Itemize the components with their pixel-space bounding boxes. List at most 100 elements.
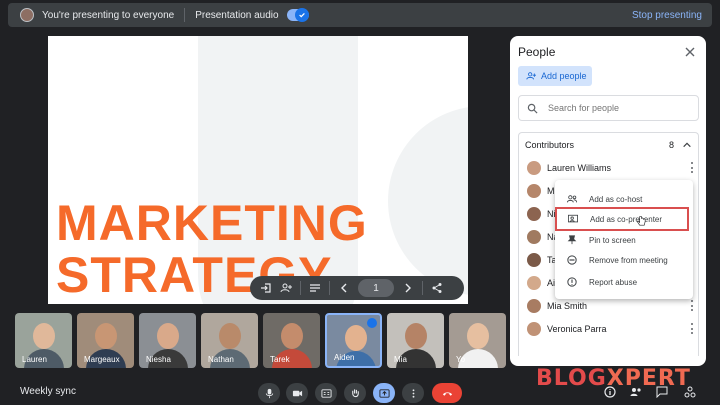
check-icon [298,12,305,18]
participant-tile-active[interactable]: Aiden [325,313,382,368]
present-icon [378,388,390,398]
meeting-name: Weekly sync [20,386,76,397]
add-people-button[interactable]: Add people [518,66,592,86]
more-options-button[interactable] [402,383,424,403]
participant-tile[interactable]: Tarek [263,313,320,368]
avatar [527,183,541,198]
participant-name: Margeaux [84,355,120,364]
participant-tile[interactable]: Lauren [15,313,72,368]
menu-item-label: Report abuse [589,277,638,287]
avatar [33,323,55,349]
participant-tile[interactable]: Mia [387,313,444,368]
more-options-icon[interactable] [690,323,694,334]
notes-icon[interactable] [305,278,325,298]
person-name: Ai [547,277,556,288]
camera-icon [292,390,302,396]
more-options-icon[interactable] [690,162,694,173]
watermark-part2: XPERT [606,366,691,391]
participant-name: Aiden [334,353,355,362]
add-person-icon [526,72,536,80]
microphone-button[interactable] [258,383,280,403]
slide-title-line1: MARKETING [56,195,368,251]
avatar [527,160,541,175]
participant-context-menu: Add as co-host Add as co-presenter Pin t… [555,180,693,299]
search-icon [527,103,538,114]
captions-button[interactable] [315,383,337,403]
avatar [281,323,303,349]
presentation-audio-toggle[interactable] [286,8,309,22]
close-icon[interactable] [684,46,696,58]
menu-item-remove[interactable]: Remove from meeting [555,249,693,271]
next-slide-icon[interactable] [398,278,418,298]
avatar [527,275,541,290]
avatar [527,206,541,221]
contributors-label: Contributors [525,139,575,150]
menu-item-label: Pin to screen [589,235,636,245]
participant-tile[interactable]: Yo [449,313,506,368]
list-item[interactable]: Lauren Williams [519,156,698,179]
share-icon[interactable] [427,278,447,298]
person-name: Veronica Parra [547,323,607,334]
presentation-audio-label: Presentation audio [195,9,279,21]
camera-button[interactable] [286,383,308,403]
presenting-status: You're presenting to everyone [42,9,175,21]
panel-title: People [518,45,556,59]
menu-item-add-copresenter[interactable]: Add as co-presenter [555,207,689,231]
search-box [518,95,699,121]
participant-name: Mia [394,355,407,364]
participant-name: Tarek [270,355,290,364]
more-options-icon[interactable] [690,300,694,311]
presenting-bar: You're presenting to everyone Presentati… [8,3,712,27]
person-name: Mia Smith [547,300,588,311]
info-icon [567,277,577,287]
menu-item-label: Add as co-presenter [590,214,663,224]
list-item[interactable]: Veronica Parra [519,317,698,340]
menu-item-add-cohost[interactable]: Add as co-host [555,188,693,210]
group-icon [567,195,577,203]
avatar [345,325,367,351]
avatar [527,321,541,336]
presentation-slide: MARKETING STRATEGY [48,36,468,304]
slide-page-number[interactable]: 1 [358,279,394,297]
pin-icon [567,235,577,245]
raise-hand-icon [351,388,359,397]
slide-decoration [388,106,468,296]
participant-tiles: Lauren Margeaux Niesha Nathan Tarek Aide… [15,313,506,368]
avatar [405,323,427,349]
person-name: Lauren Williams [547,162,612,173]
contributors-header[interactable]: Contributors 8 [518,132,699,156]
participant-tile[interactable]: Margeaux [77,313,134,368]
remove-circle-icon [567,255,577,265]
raise-hand-button[interactable] [344,383,366,403]
leave-call-button[interactable] [432,383,462,403]
avatar [527,229,541,244]
present-button[interactable] [373,383,395,403]
search-input[interactable] [548,103,688,113]
hand-cursor-icon [637,216,646,226]
previous-slide-icon[interactable] [334,278,354,298]
divider [329,281,330,295]
participant-name: Lauren [22,355,47,364]
add-people-label: Add people [541,71,587,81]
more-vert-icon [412,388,414,398]
avatar [527,252,541,267]
avatar [219,323,241,349]
add-person-icon[interactable] [276,278,296,298]
chevron-up-icon [683,142,691,147]
menu-item-label: Add as co-host [589,194,643,204]
avatar [467,323,489,349]
present-person-icon [568,214,578,223]
exit-slides-icon[interactable] [256,278,276,298]
participant-tile[interactable]: Niesha [139,313,196,368]
participant-tile[interactable]: Nathan [201,313,258,368]
avatar [527,298,541,313]
slide-controls: 1 [250,276,464,300]
toggle-knob [294,8,309,22]
stop-presenting-button[interactable]: Stop presenting [632,10,702,21]
divider [184,8,186,22]
menu-item-pin[interactable]: Pin to screen [555,229,693,251]
speaking-indicator-icon [367,318,377,328]
avatar [157,323,179,349]
microphone-icon [265,388,273,398]
menu-item-report-abuse[interactable]: Report abuse [555,271,693,293]
